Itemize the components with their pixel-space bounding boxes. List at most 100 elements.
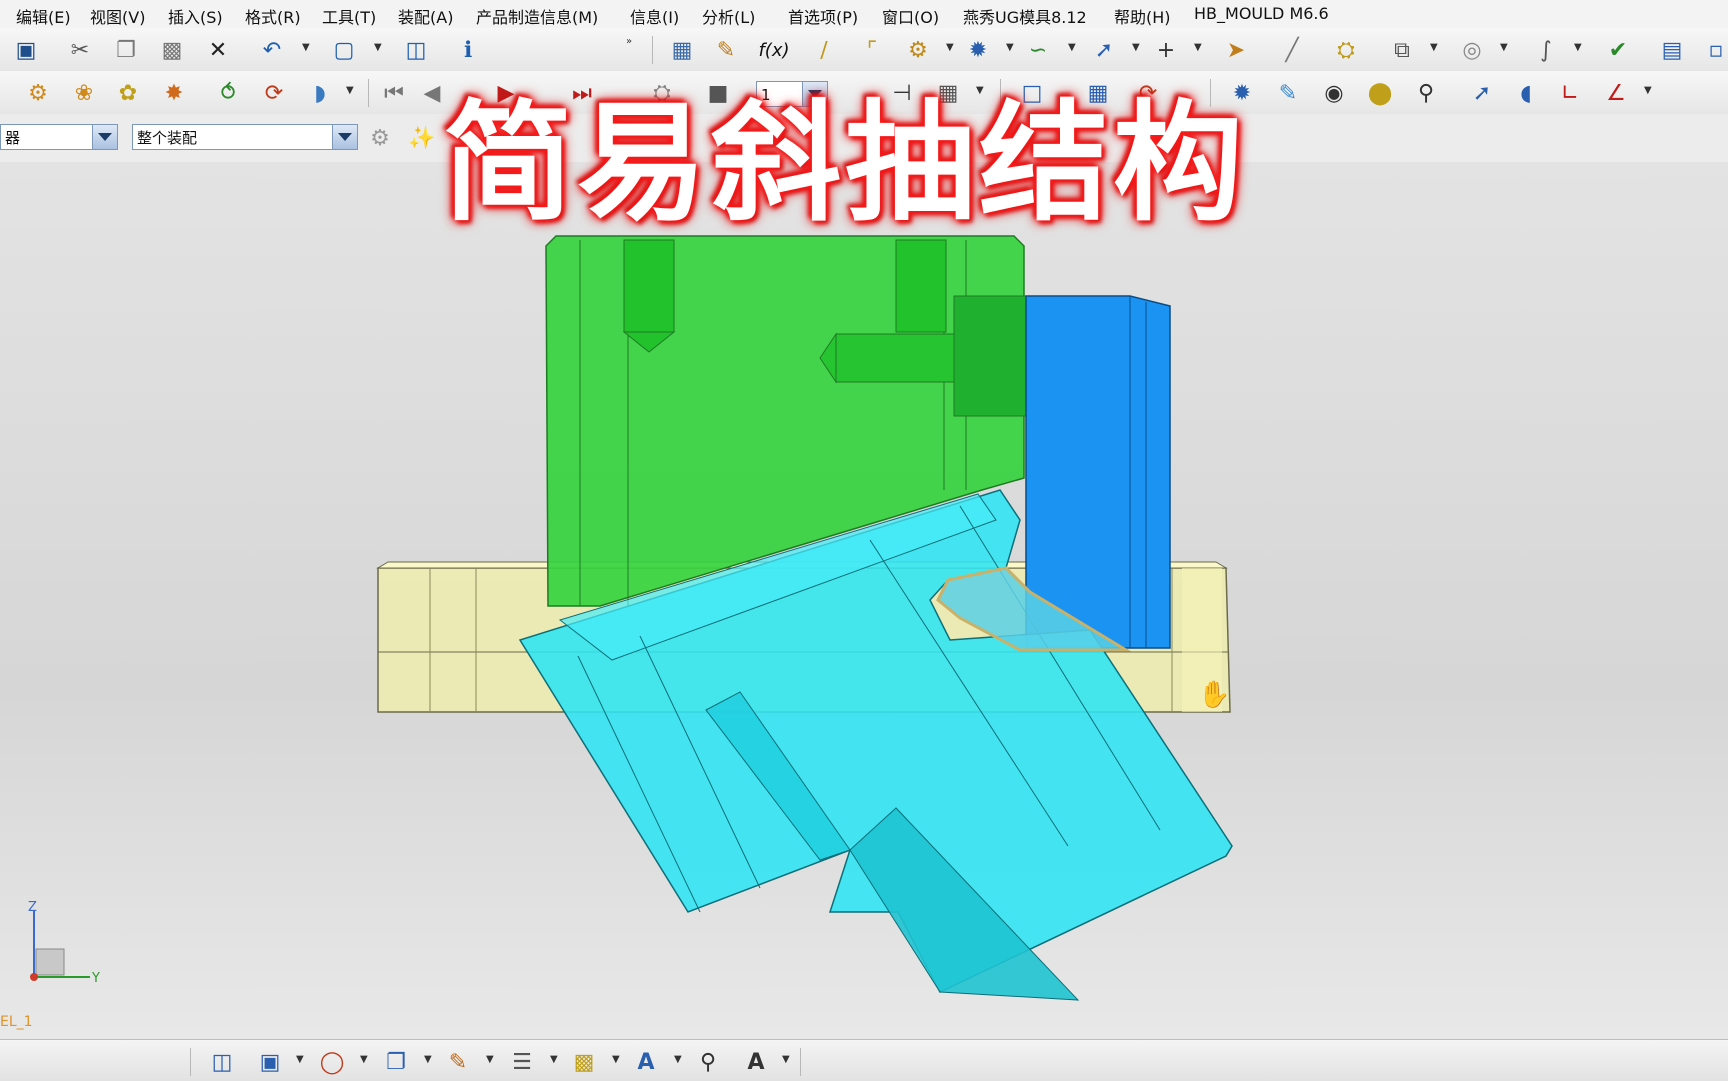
graphics-window[interactable]: Z Y ✋ [0,162,1728,1039]
display-mode-icon[interactable]: ▢ [328,34,360,66]
detail-view-icon[interactable]: ◯ [316,1046,348,1078]
blend-dropdown-icon[interactable]: ▼ [1574,42,1582,53]
curve-dropdown-icon[interactable]: ▼ [1068,42,1076,53]
break-dropdown-icon[interactable]: ▼ [424,1054,432,1065]
menu-edit[interactable]: 编辑(E) [16,4,71,28]
chevron-down-icon[interactable] [92,125,117,149]
point-icon[interactable]: + [1150,34,1182,66]
curve-icon[interactable]: ∽ [1022,34,1054,66]
spring-icon[interactable]: ✹ [962,34,994,66]
line-dropdown-icon[interactable]: ▼ [1132,42,1140,53]
first-frame-icon[interactable]: ⏮ [378,77,410,109]
vector-icon[interactable]: ➚ [1466,77,1498,109]
section-view-icon[interactable]: ▣ [254,1046,286,1078]
display-dropdown-icon[interactable]: ▼ [374,42,382,53]
point-on-curve-icon[interactable]: ⚲ [1410,77,1442,109]
bottom-toolbar: ◫ ▣ ▼ ◯ ▼ ❐ ▼ ✎ ▼ ☰ ▼ ▩ ▼ A ▼ ⚲ A ▼ [0,1039,1728,1081]
box-icon[interactable]: ▩ [568,1046,600,1078]
edit-view-icon[interactable]: ✎ [442,1046,474,1078]
paste-icon[interactable]: ▩ [156,34,188,66]
csys-dynamic-icon[interactable]: ∠ [1600,77,1632,109]
gear-icon[interactable]: ⚙ [902,34,934,66]
annotation-dropdown-icon[interactable]: ▼ [674,1054,682,1065]
toolbar-overflow-icon[interactable]: » [626,36,632,47]
check-icon[interactable]: ✔ [1602,34,1634,66]
layer-dropdown-icon[interactable]: ▼ [550,1054,558,1065]
assembly-icon[interactable]: ⛭ [1330,34,1362,66]
sphere-icon[interactable]: ⬤ [1364,77,1396,109]
mould-wizard-icon[interactable]: ⚙ [22,77,54,109]
line-icon[interactable]: ➚ [1088,34,1120,66]
menu-pmi[interactable]: 产品制造信息(M) [476,4,598,28]
settings-icon[interactable]: ✸ [158,77,190,109]
selection-scope-select[interactable]: 整个装配 [132,124,358,150]
menu-view[interactable]: 视图(V) [90,4,145,28]
delete-icon[interactable]: ✕ [202,34,234,66]
menu-window[interactable]: 窗口(O) [882,4,939,28]
csys-icon[interactable]: ∟ [1554,77,1586,109]
spring-dropdown-icon[interactable]: ▼ [1006,42,1014,53]
menu-preferences[interactable]: 首选项(P) [788,4,858,28]
detail-dropdown-icon[interactable]: ▼ [360,1054,368,1065]
drafting-view-icon[interactable]: ◫ [206,1046,238,1078]
copy-component-icon[interactable]: ⧉ [1386,34,1418,66]
text-style-icon[interactable]: A [740,1046,772,1078]
surface-icon[interactable]: ◗ [304,77,336,109]
ruler-icon[interactable]: ╱ [1276,34,1308,66]
gears-icon[interactable]: ❀ [68,77,100,109]
edit-dropdown-icon[interactable]: ▼ [486,1054,494,1065]
hand-cursor-icon: ✋ [1198,680,1231,710]
list-icon[interactable]: ▤ [1656,34,1688,66]
pattern-dropdown-icon[interactable]: ▼ [1500,42,1508,53]
point-dropdown-icon[interactable]: ▼ [1194,42,1202,53]
cylinder-icon[interactable]: ◉ [1318,77,1350,109]
menu-analysis[interactable]: 分析(L) [702,4,755,28]
search-icon[interactable]: ⚲ [692,1046,724,1078]
pattern-icon[interactable]: ◎ [1456,34,1488,66]
measure-icon[interactable]: ∕ [808,34,840,66]
csys-dropdown-icon[interactable]: ▼ [1644,85,1652,96]
text-style-dropdown-icon[interactable]: ▼ [782,1054,790,1065]
undo-icon[interactable]: ↶ [256,34,288,66]
copy-icon[interactable]: ❐ [110,34,142,66]
info-icon[interactable]: ℹ [452,34,484,66]
menu-hb-mould[interactable]: HB_MOULD M6.6 [1194,4,1329,23]
rotate-icon[interactable]: ⟳ [258,77,290,109]
annotation-icon[interactable]: A [630,1046,662,1078]
menu-information[interactable]: 信息(I) [630,4,679,28]
menu-help[interactable]: 帮助(H) [1114,4,1171,28]
filter-icon[interactable]: ⚙ [364,122,396,154]
properties-icon[interactable]: ◫ [400,34,432,66]
datum-icon[interactable]: ⌜ [856,34,888,66]
blend-icon[interactable]: ∫ [1530,34,1562,66]
menu-yanxiu[interactable]: 燕秀UG模具8.12 [963,4,1087,28]
spiral-icon[interactable]: ✿ [112,77,144,109]
save-icon[interactable]: ▣ [10,34,42,66]
menu-assembly[interactable]: 装配(A) [398,4,453,28]
sketch-icon[interactable]: ✎ [710,34,742,66]
arc-icon[interactable]: ◖ [1510,77,1542,109]
mould-model[interactable] [0,162,1728,1039]
section-dropdown-icon[interactable]: ▼ [296,1054,304,1065]
copy-dropdown-icon[interactable]: ▼ [1430,42,1438,53]
selection-scope-value: 整个装配 [137,129,198,147]
box-dropdown-icon[interactable]: ▼ [612,1054,620,1065]
path-icon[interactable]: ⥀ [212,77,244,109]
blue-lifter-block[interactable] [1025,295,1171,649]
surface-dropdown-icon[interactable]: ▼ [346,85,354,96]
layer-icon[interactable]: ☰ [506,1046,538,1078]
document-icon[interactable]: ▫ [1700,34,1728,66]
undo-dropdown-icon[interactable]: ▼ [302,42,310,53]
menu-format[interactable]: 格式(R) [245,4,301,28]
menu-tools[interactable]: 工具(T) [322,4,376,28]
expression-fx-icon[interactable]: f(x) [758,34,790,66]
cut-icon[interactable]: ✂ [64,34,96,66]
type-filter-select[interactable]: 器 [0,124,118,150]
pen-icon[interactable]: ✎ [1272,77,1304,109]
break-view-icon[interactable]: ❐ [380,1046,412,1078]
menu-insert[interactable]: 插入(S) [168,4,223,28]
gear-dropdown-icon[interactable]: ▼ [946,42,954,53]
table-icon[interactable]: ▦ [666,34,698,66]
extrude-icon[interactable]: ➤ [1220,34,1252,66]
chevron-down-icon[interactable] [332,125,357,149]
